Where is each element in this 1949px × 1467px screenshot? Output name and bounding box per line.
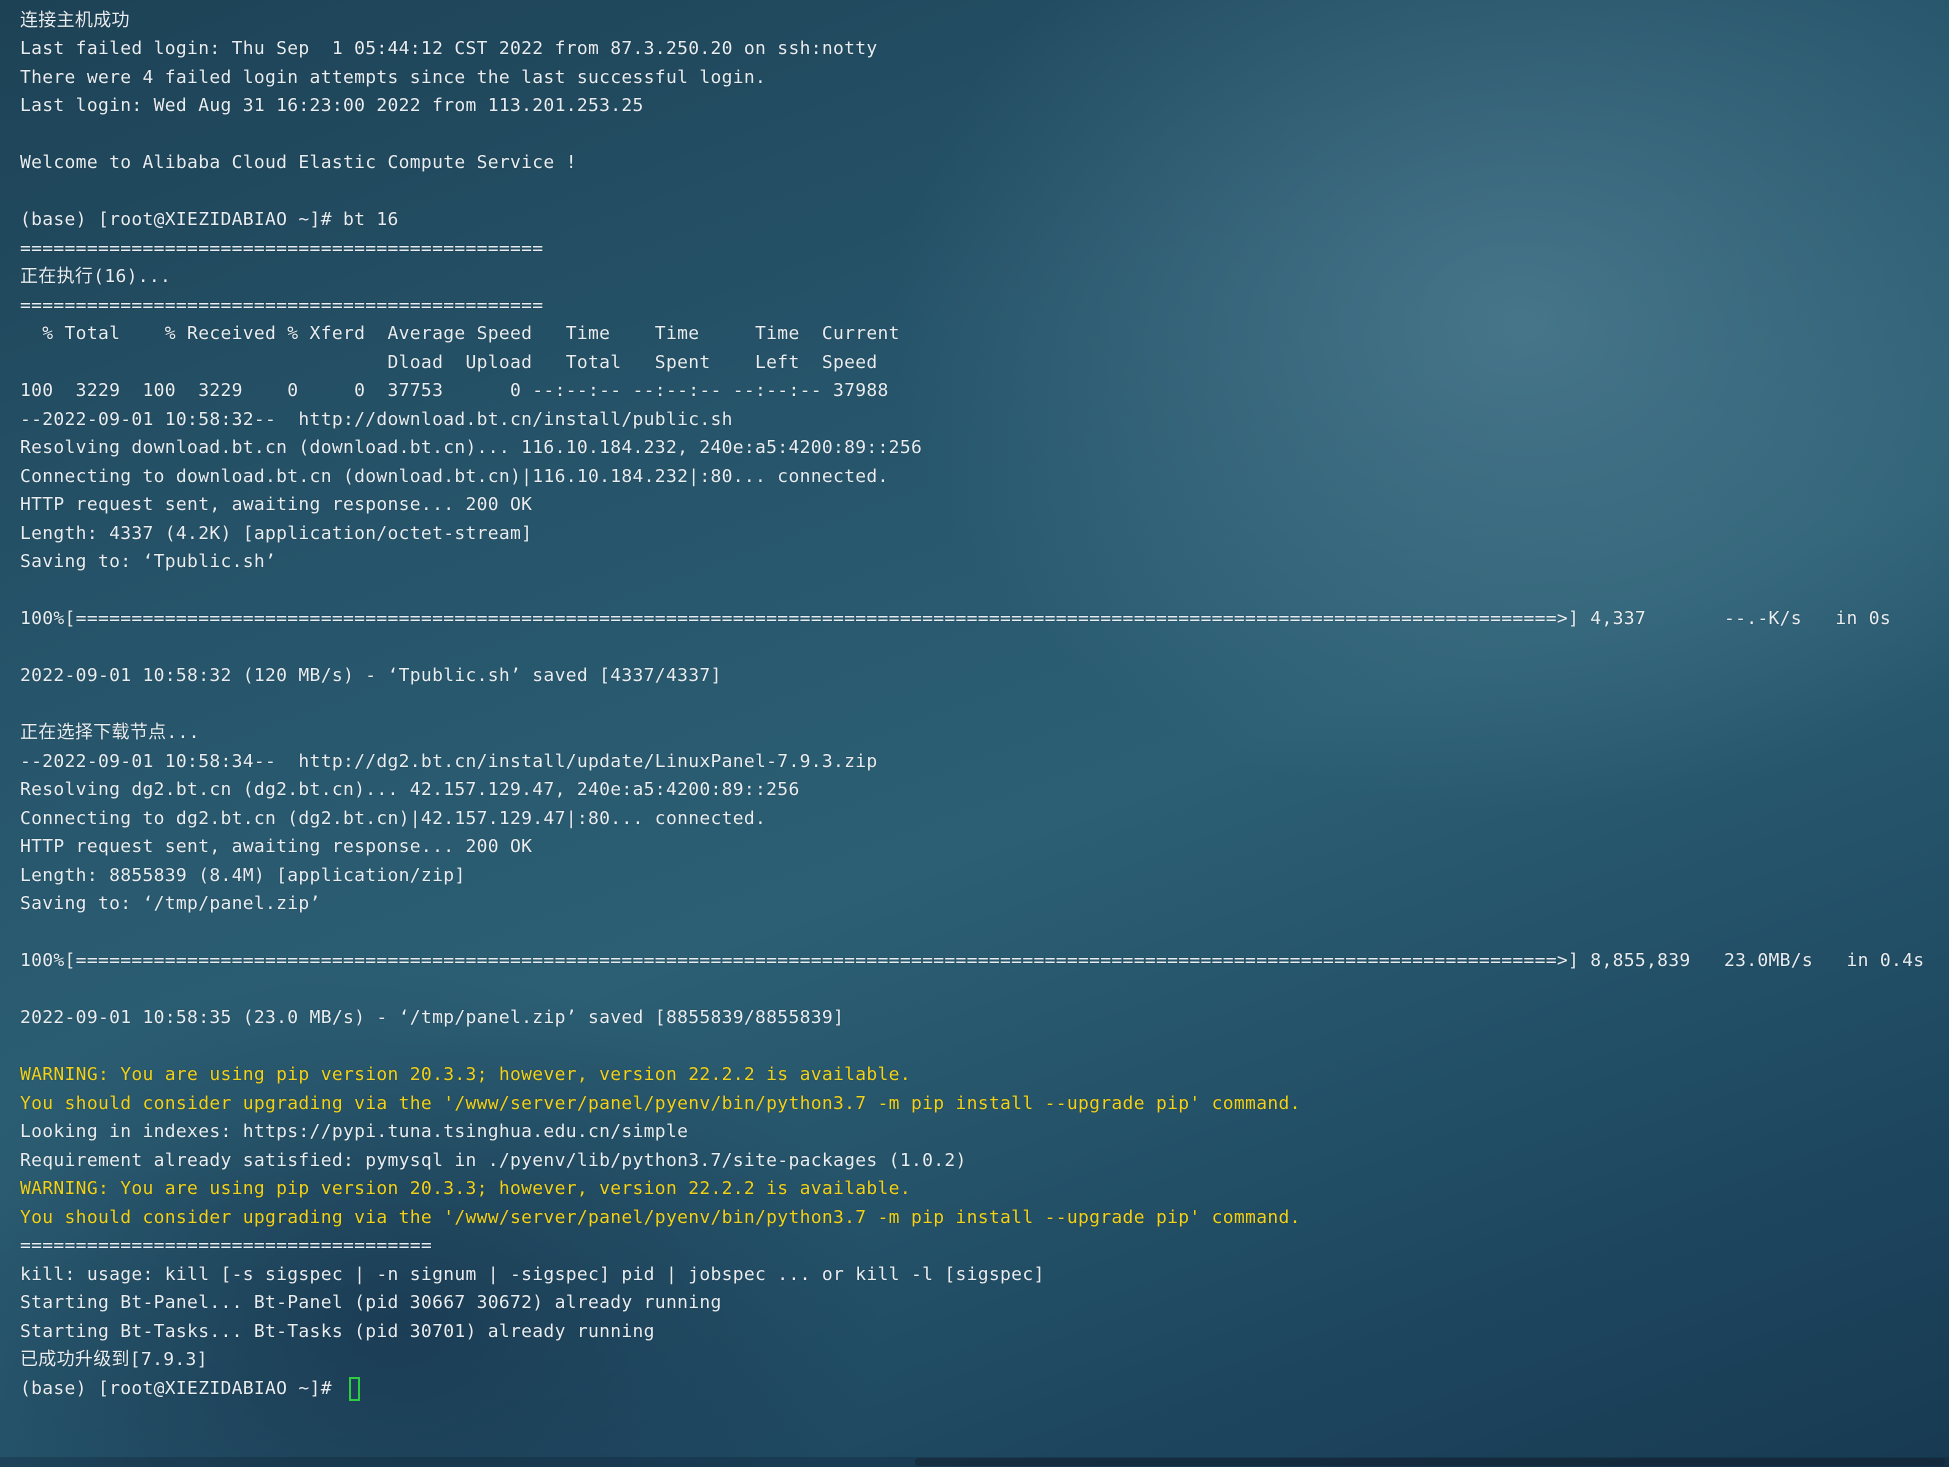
output-line: Saving to: ‘Tpublic.sh’ bbox=[20, 551, 277, 572]
warning-output-line: You should consider upgrading via the '/… bbox=[20, 1092, 1301, 1114]
output-line: Last login: Wed Aug 31 16:23:00 2022 fro… bbox=[20, 95, 644, 116]
output-line: 100%[===================================… bbox=[20, 950, 1925, 971]
output-line: Requirement already satisfied: pymysql i… bbox=[20, 1149, 967, 1171]
output-line: Length: 8855839 (8.4M) [application/zip] bbox=[20, 864, 466, 886]
output-line: 100 3229 100 3229 0 0 37753 0 --:--:-- -… bbox=[20, 380, 889, 401]
output-line: Length: 4337 (4.2K) [application/octet-s… bbox=[20, 522, 533, 544]
output-line: 100%[===================================… bbox=[20, 608, 1891, 629]
output-line: Last failed login: Thu Sep 1 05:44:12 CS… bbox=[20, 38, 878, 59]
output-line: (base) [root@XIEZIDABIAO ~]# bt 16 bbox=[20, 209, 399, 230]
terminal-output[interactable]: 连接主机...连接主机成功Last failed login: Thu Sep … bbox=[20, 0, 1925, 1448]
output-line: Welcome to Alibaba Cloud Elastic Compute… bbox=[20, 152, 577, 173]
output-line: HTTP request sent, awaiting response... … bbox=[20, 836, 533, 857]
text-cursor bbox=[348, 1376, 360, 1401]
terminal-lines: 连接主机...连接主机成功Last failed login: Thu Sep … bbox=[20, 0, 1925, 1375]
output-line: 2022-09-01 10:58:32 (120 MB/s) - ‘Tpubli… bbox=[20, 665, 722, 686]
output-line: % Total % Received % Xferd Average Speed… bbox=[20, 323, 900, 344]
horizontal-scrollbar[interactable] bbox=[0, 1457, 1949, 1467]
output-line: Starting Bt-Panel... Bt-Panel (pid 30667… bbox=[20, 1292, 722, 1313]
output-line: 连接主机成功 bbox=[20, 9, 130, 31]
warning-output-line: WARNING: You are using pip version 20.3.… bbox=[20, 1178, 911, 1199]
output-line: Resolving dg2.bt.cn (dg2.bt.cn)... 42.15… bbox=[20, 779, 800, 800]
output-line: Connecting to dg2.bt.cn (dg2.bt.cn)|42.1… bbox=[20, 807, 767, 829]
prompt-line[interactable]: (base) [root@XIEZIDABIAO ~]# bbox=[20, 1375, 1920, 1404]
shell-prompt: (base) [root@XIEZIDABIAO ~]# bbox=[20, 1377, 343, 1399]
output-line: There were 4 failed login attempts since… bbox=[20, 66, 767, 88]
output-line: kill: usage: kill [-s sigspec | -n signu… bbox=[20, 1263, 1045, 1285]
output-line: HTTP request sent, awaiting response... … bbox=[20, 494, 533, 515]
output-line: 2022-09-01 10:58:35 (23.0 MB/s) - ‘/tmp/… bbox=[20, 1007, 845, 1028]
output-line: 正在执行(16)... bbox=[20, 266, 172, 287]
warning-output-line: WARNING: You are using pip version 20.3.… bbox=[20, 1064, 911, 1085]
output-line: 已成功升级到[7.9.3] bbox=[20, 1349, 208, 1370]
output-line: ===================================== bbox=[20, 1235, 433, 1256]
output-line: Dload Upload Total Spent Left Speed bbox=[20, 351, 878, 373]
output-line: Looking in indexes: https://pypi.tuna.ts… bbox=[20, 1121, 689, 1142]
output-line: Resolving download.bt.cn (download.bt.cn… bbox=[20, 437, 923, 458]
scrollbar-thumb[interactable] bbox=[915, 1458, 1945, 1466]
output-line: ========================================… bbox=[20, 237, 544, 259]
output-line: Starting Bt-Tasks... Bt-Tasks (pid 30701… bbox=[20, 1320, 655, 1342]
output-line: ========================================… bbox=[20, 294, 544, 316]
output-line: Connecting to download.bt.cn (download.b… bbox=[20, 465, 889, 487]
output-line: 正在选择下载节点... bbox=[20, 722, 200, 743]
warning-output-line: You should consider upgrading via the '/… bbox=[20, 1206, 1301, 1228]
output-line: --2022-09-01 10:58:34-- http://dg2.bt.cn… bbox=[20, 750, 878, 772]
output-line: --2022-09-01 10:58:32-- http://download.… bbox=[20, 408, 733, 430]
output-line: Saving to: ‘/tmp/panel.zip’ bbox=[20, 893, 321, 914]
